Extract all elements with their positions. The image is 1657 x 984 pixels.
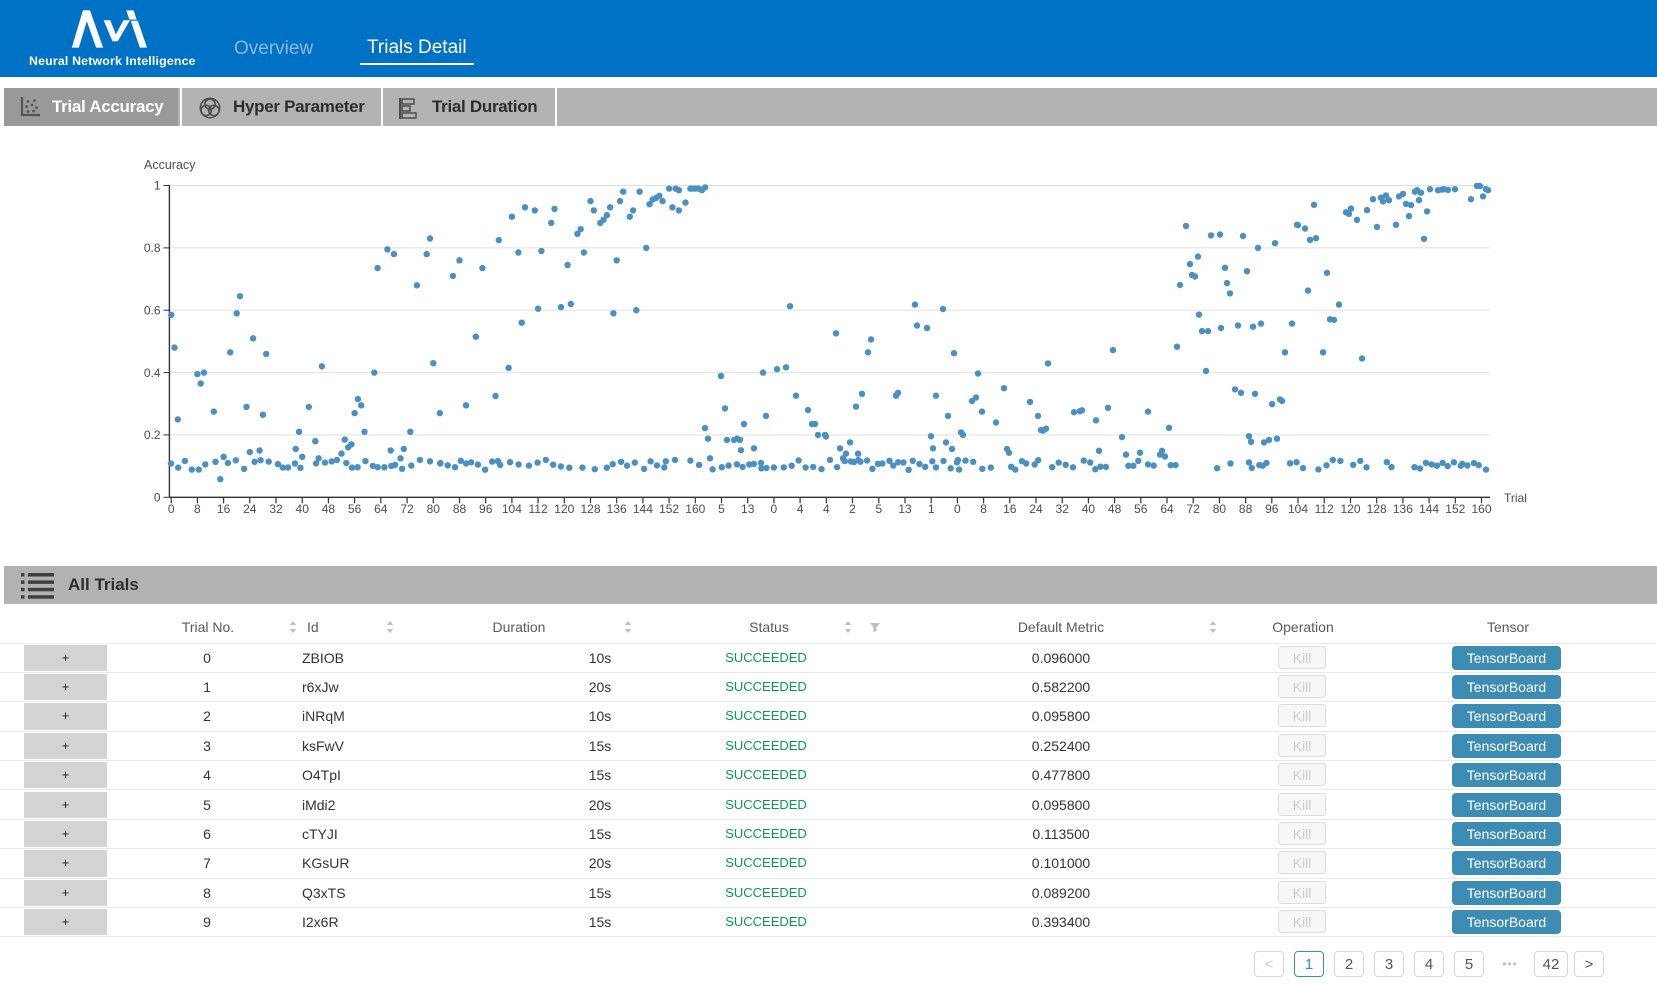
svg-text:56: 56 (348, 502, 362, 516)
svg-text:112: 112 (1315, 502, 1334, 516)
svg-text:1: 1 (928, 502, 935, 516)
svg-text:104: 104 (1288, 502, 1308, 516)
svg-text:0.8: 0.8 (144, 241, 161, 255)
svg-text:0.4: 0.4 (144, 366, 161, 380)
svg-text:32: 32 (269, 502, 283, 516)
svg-text:0.6: 0.6 (144, 303, 161, 317)
svg-text:32: 32 (1056, 502, 1070, 516)
svg-text:128: 128 (580, 502, 600, 516)
svg-text:8: 8 (980, 502, 987, 516)
svg-text:80: 80 (1213, 502, 1227, 516)
svg-text:Accuracy: Accuracy (144, 158, 196, 172)
svg-text:144: 144 (633, 502, 653, 516)
svg-text:96: 96 (479, 502, 493, 516)
svg-text:1: 1 (154, 179, 161, 193)
svg-text:80: 80 (427, 502, 441, 516)
svg-text:8: 8 (194, 502, 201, 516)
svg-text:56: 56 (1134, 502, 1148, 516)
svg-text:64: 64 (1160, 502, 1174, 516)
svg-text:64: 64 (374, 502, 388, 516)
svg-text:5: 5 (718, 502, 725, 516)
svg-text:5: 5 (875, 502, 882, 516)
svg-text:2: 2 (849, 502, 856, 516)
svg-text:136: 136 (607, 502, 627, 516)
svg-text:13: 13 (741, 502, 755, 516)
svg-text:120: 120 (554, 502, 574, 516)
svg-text:13: 13 (898, 502, 912, 516)
svg-text:24: 24 (243, 502, 257, 516)
svg-text:4: 4 (797, 502, 804, 516)
svg-text:104: 104 (502, 502, 522, 516)
svg-text:128: 128 (1367, 502, 1387, 516)
svg-text:152: 152 (1445, 502, 1465, 516)
svg-text:0: 0 (154, 490, 161, 504)
svg-text:48: 48 (1108, 502, 1122, 516)
svg-text:0: 0 (771, 502, 778, 516)
svg-text:48: 48 (322, 502, 336, 516)
svg-text:0: 0 (168, 502, 175, 516)
svg-text:4: 4 (823, 502, 830, 516)
svg-text:0: 0 (954, 502, 961, 516)
svg-text:40: 40 (1082, 502, 1096, 516)
svg-text:96: 96 (1265, 502, 1279, 516)
svg-text:120: 120 (1340, 502, 1360, 516)
svg-text:Trial: Trial (1504, 491, 1527, 505)
svg-text:152: 152 (659, 502, 679, 516)
svg-text:136: 136 (1393, 502, 1413, 516)
svg-text:40: 40 (296, 502, 310, 516)
svg-text:88: 88 (453, 502, 467, 516)
svg-text:72: 72 (1187, 502, 1201, 516)
svg-text:112: 112 (529, 502, 548, 516)
svg-text:160: 160 (1471, 502, 1491, 516)
svg-text:144: 144 (1419, 502, 1439, 516)
svg-text:0.2: 0.2 (144, 428, 161, 442)
svg-text:16: 16 (1003, 502, 1017, 516)
svg-text:16: 16 (217, 502, 231, 516)
svg-text:160: 160 (685, 502, 705, 516)
svg-text:24: 24 (1029, 502, 1043, 516)
svg-text:88: 88 (1239, 502, 1253, 516)
svg-text:72: 72 (400, 502, 414, 516)
